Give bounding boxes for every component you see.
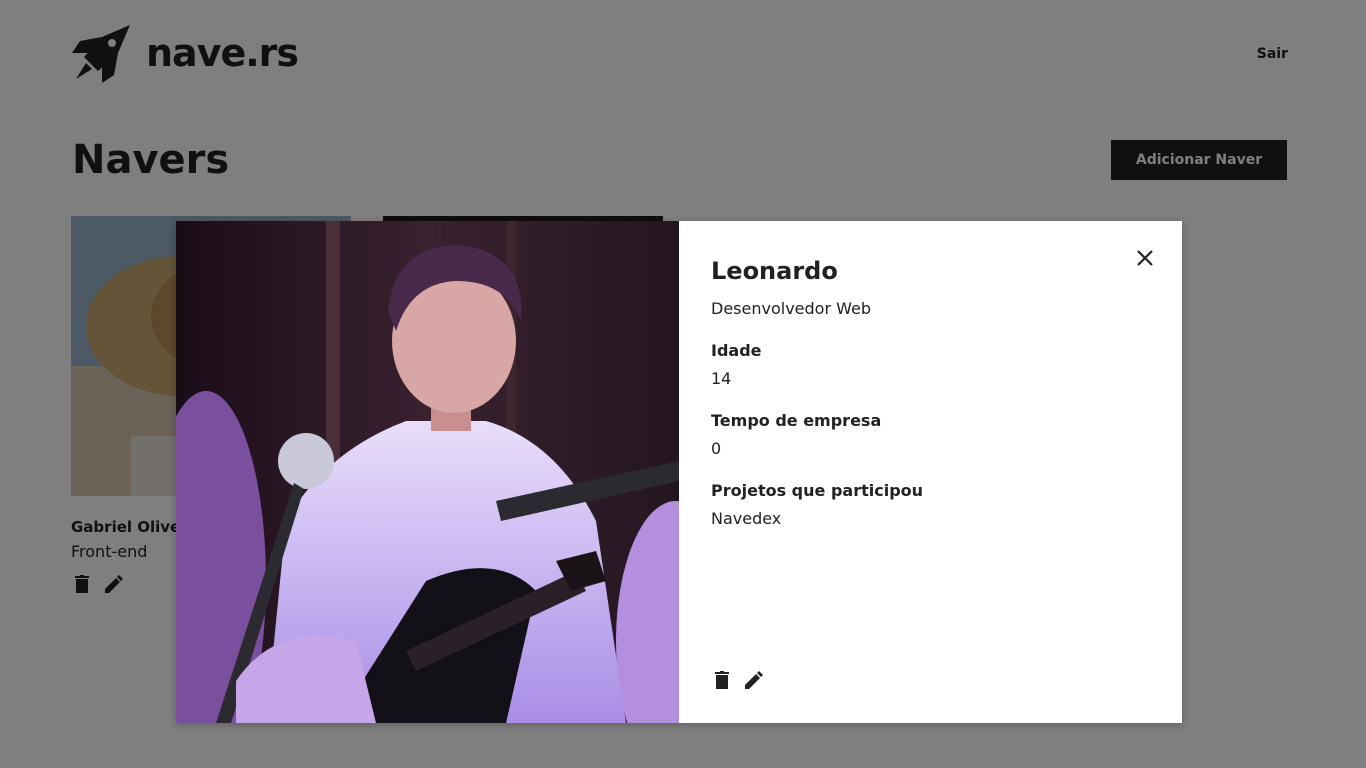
trash-icon[interactable] — [711, 669, 733, 691]
naver-detail-modal: Leonardo Desenvolvedor Web Idade 14 Temp… — [176, 221, 1182, 723]
field-label-age: Idade — [711, 341, 762, 360]
field-value-projects: Navedex — [711, 509, 782, 528]
field-label-projects: Projetos que participou — [711, 481, 924, 500]
close-icon[interactable] — [1134, 247, 1156, 269]
modal-naver-role: Desenvolvedor Web — [711, 299, 871, 318]
naver-detail-photo — [176, 221, 679, 723]
modal-body: Leonardo Desenvolvedor Web Idade 14 Temp… — [679, 221, 1182, 723]
field-label-company-time: Tempo de empresa — [711, 411, 882, 430]
modal-actions — [711, 669, 765, 691]
pencil-icon[interactable] — [743, 669, 765, 691]
field-value-company-time: 0 — [711, 439, 722, 458]
field-value-age: 14 — [711, 369, 732, 388]
modal-naver-name: Leonardo — [711, 257, 838, 285]
